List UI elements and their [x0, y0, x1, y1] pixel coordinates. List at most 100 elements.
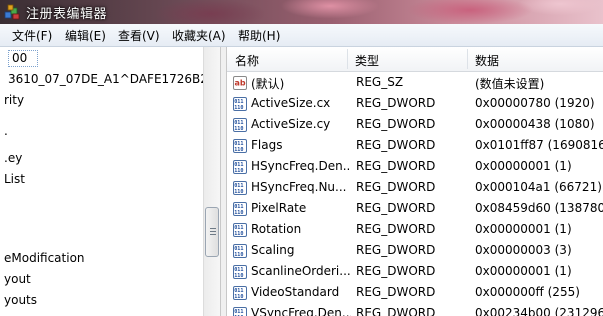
value-type: REG_DWORD [356, 243, 436, 257]
menu-edit[interactable]: 编辑(E) [63, 27, 108, 43]
binary-value-icon: 011110 [233, 160, 247, 174]
svg-text:110: 110 [234, 189, 243, 195]
value-data: 0x00234b00 (2312960) [475, 306, 603, 316]
value-name: Rotation [251, 222, 302, 236]
window-title: 注册表编辑器 [26, 7, 108, 22]
binary-value-icon: 011110 [233, 244, 247, 258]
svg-text:110: 110 [234, 210, 243, 216]
tree-item[interactable]: rity [4, 93, 24, 111]
value-row[interactable]: 011110 Flags REG_DWORD 0x0101ff87 (16908167… [227, 136, 603, 157]
binary-value-icon: 011110 [233, 286, 247, 300]
list-header: 名称 类型 数据 [227, 47, 603, 72]
svg-text:110: 110 [234, 252, 243, 258]
menu-file[interactable]: 文件(F) [10, 27, 54, 43]
binary-value-icon: 011110 [233, 118, 247, 132]
svg-text:110: 110 [234, 231, 243, 237]
menu-bar: 文件(F) 编辑(E) 查看(V) 收藏夹(A) 帮助(H) [0, 24, 603, 47]
value-name: Scaling [251, 243, 295, 257]
value-row[interactable]: 011 110 ScanlineOrderi... REG_DWORD 0x000000… [227, 262, 603, 283]
value-name: (默认) [251, 77, 285, 91]
value-data: 0x00000001 (1) [475, 264, 572, 278]
value-type: REG_DWORD [356, 222, 436, 236]
tree-item[interactable]: youts [4, 293, 37, 311]
value-type: REG_DWORD [356, 285, 436, 299]
value-data: 0x00000001 (1) [475, 159, 572, 173]
registry-editor-icon [4, 4, 20, 20]
value-data: 0x0101ff87 (16908167) [475, 138, 603, 152]
value-name: HSyncFreq.Nu... [251, 180, 347, 194]
column-header-data[interactable]: 数据 [475, 52, 499, 69]
value-data: (数值未设置) [475, 77, 545, 91]
svg-text:110: 110 [234, 105, 243, 111]
tree-item[interactable]: 00 [12, 51, 27, 69]
value-data: 0x00000438 (1080) [475, 117, 595, 131]
value-row[interactable]: 011 110 HSyncFreq.Den... REG_DWORD 0x0000000… [227, 157, 603, 178]
binary-value-icon: 011110 [233, 265, 247, 279]
value-name: ActiveSize.cy [251, 117, 331, 131]
binary-value-icon: 011110 [233, 223, 247, 237]
pane-splitter[interactable] [220, 47, 227, 316]
tree-scrollbar-thumb[interactable] [205, 207, 219, 257]
value-type: REG_DWORD [356, 201, 436, 215]
binary-value-icon: 011110 [233, 181, 247, 195]
title-bar: 注册表编辑器 [0, 0, 603, 24]
value-data: 0x08459d60 (138780000) [475, 201, 603, 215]
value-name: VideoStandard [251, 285, 340, 299]
binary-value-icon: 011110 [233, 202, 247, 216]
column-header-type[interactable]: 类型 [355, 52, 379, 69]
tree-item[interactable]: List [4, 172, 25, 190]
value-type: REG_DWORD [356, 159, 436, 173]
value-type: REG_DWORD [356, 96, 436, 110]
svg-text:110: 110 [234, 168, 243, 174]
tree-item[interactable]: . [4, 124, 8, 142]
value-row[interactable]: 011 110 VideoStandard REG_DWORD 0x000000ff (… [227, 283, 603, 304]
value-type: REG_DWORD [356, 138, 436, 152]
value-row[interactable]: 011 110 Rotation REG_DWORD 0x00000001 (1) [227, 220, 603, 241]
value-data: 0x00000780 (1920) [475, 96, 595, 110]
menu-help[interactable]: 帮助(H) [236, 27, 282, 43]
column-header-name[interactable]: 名称 [235, 52, 259, 69]
value-name: HSyncFreq.Den... [251, 159, 351, 173]
value-type: REG_DWORD [356, 264, 436, 278]
tree-item[interactable]: .ey [4, 151, 22, 169]
value-name: Flags [251, 138, 283, 152]
value-row[interactable]: 011 110 HSyncFreq.Nu... REG_DWORD 0x000104a1… [227, 178, 603, 199]
tree-item[interactable]: eModification [4, 251, 85, 269]
tree-scrollbar[interactable] [203, 47, 221, 316]
svg-text:110: 110 [234, 147, 243, 153]
menu-favorites[interactable]: 收藏夹(A) [170, 27, 228, 43]
values-list-pane[interactable]: 名称 类型 数据 ab (默认) REG_SZ (数值未设置) 011 110 Active… [227, 47, 603, 316]
binary-value-icon: 011110 [233, 139, 247, 153]
value-data: 0x000104a1 (66721) [475, 180, 602, 194]
svg-text:110: 110 [234, 126, 243, 132]
value-row[interactable]: 011 110 Scaling REG_DWORD 0x00000003 (3) [227, 241, 603, 262]
value-row[interactable]: 011 110 ActiveSize.cy REG_DWORD 0x00000438 (… [227, 115, 603, 136]
value-row[interactable]: 011 110 PixelRate REG_DWORD 0x08459d60 (1387… [227, 199, 603, 220]
svg-text:ab: ab [235, 79, 246, 88]
menu-view[interactable]: 查看(V) [116, 27, 162, 43]
tree-item[interactable]: yout [4, 272, 31, 290]
value-name: ScanlineOrderi... [251, 264, 351, 278]
value-type: REG_DWORD [356, 306, 436, 316]
value-type: REG_DWORD [356, 117, 436, 131]
grip-line [210, 231, 216, 232]
key-tree-pane[interactable]: 00 3610_07_07DE_A1^DAFE1726B2BI rity . .… [0, 47, 220, 316]
tree-item[interactable]: 3610_07_07DE_A1^DAFE1726B2BI [8, 72, 220, 90]
grip-line [210, 234, 216, 235]
grip-line [210, 228, 216, 229]
value-row[interactable]: ab (默认) REG_SZ (数值未设置) [227, 73, 603, 94]
value-data: 0x00000003 (3) [475, 243, 572, 257]
column-divider[interactable] [347, 49, 348, 69]
value-type: REG_SZ [356, 75, 404, 89]
svg-text:110: 110 [234, 294, 243, 300]
value-row[interactable]: 011110 VSyncFreq.Den... REG_DWORD 0x00234b0… [227, 304, 603, 316]
value-name: PixelRate [251, 201, 307, 215]
value-data: 0x000000ff (255) [475, 285, 580, 299]
value-name: VSyncFreq.Den... [251, 306, 351, 316]
value-row[interactable]: 011 110 ActiveSize.cx REG_DWORD 0x00000780 (… [227, 94, 603, 115]
svg-text:110: 110 [234, 273, 243, 279]
binary-value-icon: 011110 [233, 97, 247, 111]
value-name: ActiveSize.cx [251, 96, 331, 110]
column-divider[interactable] [467, 49, 468, 69]
value-type: REG_DWORD [356, 180, 436, 194]
